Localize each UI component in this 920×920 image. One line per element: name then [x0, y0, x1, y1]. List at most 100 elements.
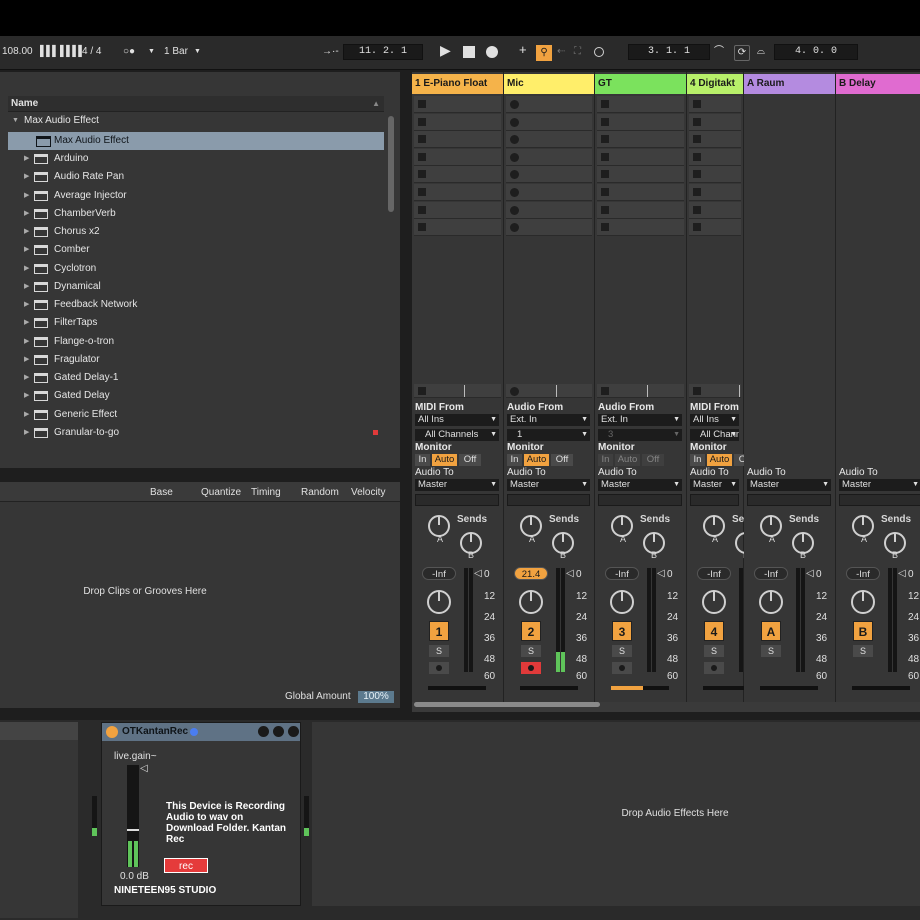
track-activator-button[interactable]: A — [761, 621, 781, 641]
browser-item[interactable]: ▶ Dynamical — [24, 278, 364, 296]
track-volume-display[interactable]: -Inf — [422, 567, 456, 580]
chevron-down-icon[interactable]: ▼ — [12, 112, 19, 130]
browser-item[interactable]: ▶ Fragulator — [24, 351, 364, 369]
fader-arrow-icon[interactable]: ◁ — [898, 568, 906, 579]
chevron-right-icon[interactable]: ▶ — [24, 260, 29, 278]
crossfader-assign[interactable] — [428, 686, 486, 690]
chevron-right-icon[interactable]: ▶ — [24, 351, 29, 369]
clip-slot[interactable] — [506, 219, 592, 237]
play-icon[interactable]: ▶ — [440, 43, 451, 57]
monitor-in-button[interactable]: In — [415, 454, 430, 466]
output-type-select[interactable]: Master — [598, 479, 682, 491]
pan-knob[interactable] — [851, 590, 875, 614]
settings-icon[interactable] — [273, 726, 284, 737]
clip-slot[interactable] — [414, 113, 501, 131]
clip-slot[interactable] — [506, 184, 592, 201]
clip-slot[interactable] — [414, 184, 501, 201]
output-type-select[interactable]: Master — [747, 479, 831, 491]
browser-item[interactable]: ▶ Gated Delay — [24, 387, 364, 405]
clip-slot[interactable] — [597, 113, 684, 131]
global-amount-value[interactable]: 100% — [358, 691, 394, 703]
clip-slot[interactable] — [689, 148, 741, 166]
chevron-right-icon[interactable]: ▶ — [24, 168, 29, 186]
clip-slot[interactable] — [506, 166, 592, 184]
chevron-right-icon[interactable]: ▶ — [24, 296, 29, 314]
output-channel-select[interactable] — [690, 494, 739, 506]
pan-knob[interactable] — [519, 590, 543, 614]
pan-knob[interactable] — [759, 590, 783, 614]
clip-slot[interactable] — [414, 166, 501, 184]
track-volume-display[interactable]: -Inf — [846, 567, 880, 580]
clip-stop-slot[interactable] — [506, 384, 592, 398]
chevron-down-icon[interactable]: ▼ — [194, 45, 201, 59]
track-title[interactable]: 1 E-Piano Float — [412, 74, 503, 94]
clip-stop-slot[interactable] — [689, 384, 741, 398]
track-volume-display[interactable]: 21.4 — [514, 567, 548, 580]
monitor-off-button[interactable]: Off — [551, 454, 573, 466]
track-activator-button[interactable]: B — [853, 621, 873, 641]
arm-button[interactable] — [521, 662, 541, 674]
pan-knob[interactable] — [610, 590, 634, 614]
browser-item[interactable]: ▶ Generic Effect — [24, 406, 364, 424]
output-type-select[interactable]: Master — [690, 479, 739, 491]
chevron-right-icon[interactable]: ▶ — [24, 387, 29, 405]
fader-arrow-icon[interactable]: ◁ — [474, 568, 482, 579]
clip-slot[interactable] — [597, 166, 684, 184]
browser-item[interactable]: ▶ Chorus x2 — [24, 223, 364, 241]
track-title[interactable]: B Delay — [836, 74, 920, 94]
input-channel-select[interactable]: 1 — [507, 429, 590, 441]
track-activator-button[interactable]: 3 — [612, 621, 632, 641]
chevron-right-icon[interactable]: ▶ — [24, 369, 29, 387]
browser-item[interactable]: ▶ Comber — [24, 241, 364, 259]
solo-button[interactable]: S — [521, 645, 541, 657]
output-channel-select[interactable] — [415, 494, 499, 506]
crossfader-assign[interactable] — [520, 686, 578, 690]
clip-slot[interactable] — [689, 219, 741, 237]
clip-slot[interactable] — [414, 219, 501, 237]
browser-item[interactable]: ▶ Feedback Network — [24, 296, 364, 314]
clip-slot[interactable] — [689, 166, 741, 184]
monitor-in-button[interactable]: In — [690, 454, 705, 466]
monitor-auto-button[interactable]: Auto — [707, 454, 732, 466]
track-volume-display[interactable]: -Inf — [754, 567, 788, 580]
crossfader-assign[interactable] — [760, 686, 818, 690]
chevron-down-icon[interactable]: ▼ — [148, 45, 155, 59]
clip-slot[interactable] — [506, 96, 592, 113]
chevron-right-icon[interactable]: ▶ — [24, 314, 29, 332]
loop-start[interactable]: 3. 1. 1 — [628, 44, 710, 60]
clip-slot[interactable] — [689, 96, 741, 113]
solo-button[interactable]: S — [761, 645, 781, 657]
track-volume-display[interactable]: -Inf — [697, 567, 731, 580]
follow-icon[interactable]: →·- — [322, 45, 339, 59]
clip-slot[interactable] — [506, 113, 592, 131]
track-activator-button[interactable]: 1 — [429, 621, 449, 641]
fader-arrow-icon[interactable]: ◁ — [566, 568, 574, 579]
solo-button[interactable]: S — [612, 645, 632, 657]
browser-item[interactable]: ▶ Gated Delay-1 — [24, 369, 364, 387]
clip-slot[interactable] — [414, 131, 501, 149]
clip-slot[interactable] — [506, 201, 592, 219]
loop-icon[interactable]: ⟳ — [734, 45, 750, 61]
track-title[interactable]: GT — [595, 74, 686, 94]
chevron-right-icon[interactable]: ▶ — [24, 424, 29, 442]
monitor-off-button[interactable]: Off — [642, 454, 664, 466]
sort-icon[interactable]: ▲ — [372, 96, 380, 112]
input-channel-select[interactable]: 3 — [598, 429, 682, 441]
tap-tempo-icon[interactable]: ▌▌▌ ▌▌▌▌ — [40, 45, 85, 59]
save-icon[interactable] — [288, 726, 299, 737]
chevron-right-icon[interactable]: ▶ — [24, 205, 29, 223]
groove-drop-zone[interactable]: Drop Clips or Grooves Here — [0, 586, 290, 597]
monitor-auto-button[interactable]: Auto — [432, 454, 457, 466]
edit-icon[interactable] — [258, 726, 269, 737]
browser-header[interactable]: Name ▲ — [8, 96, 384, 112]
clip-stop-slot[interactable] — [414, 384, 501, 398]
session-record-icon[interactable] — [594, 47, 604, 57]
chevron-right-icon[interactable]: ▶ — [24, 150, 29, 168]
device-power-icon[interactable] — [106, 726, 118, 738]
arm-button[interactable] — [704, 662, 724, 674]
solo-button[interactable]: S — [429, 645, 449, 657]
chevron-right-icon[interactable]: ▶ — [24, 187, 29, 205]
input-channel-select[interactable]: All Channels — [415, 429, 499, 441]
gain-meter[interactable] — [127, 765, 139, 867]
monitor-auto-button[interactable]: Auto — [524, 454, 549, 466]
